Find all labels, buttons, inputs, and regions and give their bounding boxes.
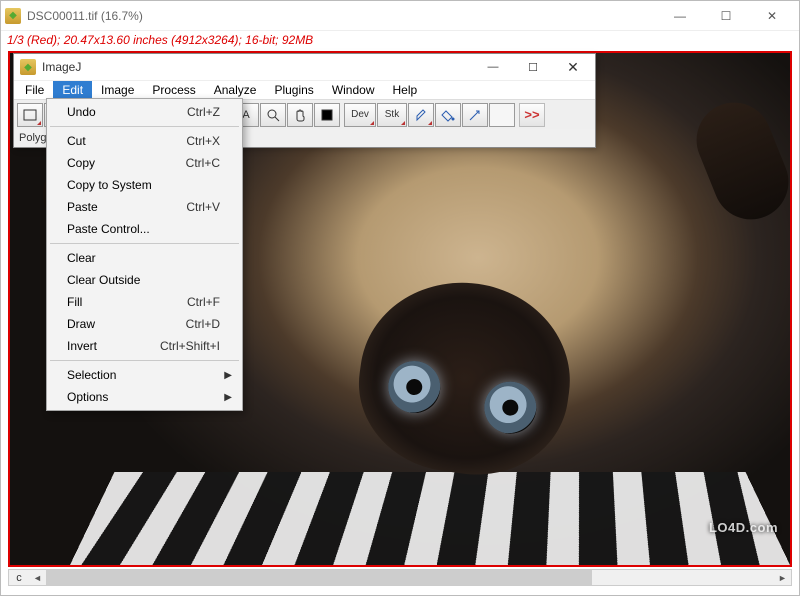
imagej-icon: ◆ <box>20 59 36 75</box>
menu-item-shortcut: Ctrl+Z <box>187 105 220 119</box>
menu-process[interactable]: Process <box>143 81 204 99</box>
menu-item-fill[interactable]: FillCtrl+F <box>49 291 240 313</box>
edit-menu-dropdown: UndoCtrl+ZCutCtrl+XCopyCtrl+CCopy to Sys… <box>46 98 243 411</box>
menu-item-paste-control[interactable]: Paste Control... <box>49 218 240 240</box>
scroll-track[interactable] <box>46 570 774 585</box>
menu-item-label: Clear Outside <box>67 273 220 287</box>
imagej-close-button[interactable]: ✕ <box>553 54 593 80</box>
menu-item-label: Paste <box>67 200 186 214</box>
menu-item-label: Copy <box>67 156 186 170</box>
menu-window[interactable]: Window <box>323 81 384 99</box>
menu-item-selection[interactable]: Selection ▶ <box>49 364 240 386</box>
menu-item-shortcut: Ctrl+V <box>186 200 220 214</box>
menu-item-label: Undo <box>67 105 187 119</box>
menu-item-clear-outside[interactable]: Clear Outside <box>49 269 240 291</box>
tool-color-picker[interactable] <box>314 103 340 127</box>
imagej-maximize-button[interactable]: ☐ <box>513 54 553 80</box>
tool-hand[interactable] <box>287 103 313 127</box>
menu-item-copy[interactable]: CopyCtrl+C <box>49 152 240 174</box>
scroll-right-button[interactable]: ► <box>774 570 791 585</box>
channel-scrollbar[interactable]: c ◄ ► <box>8 569 792 586</box>
outer-maximize-button[interactable]: ☐ <box>703 1 749 31</box>
tool-arrow[interactable] <box>462 103 488 127</box>
more-icon: >> <box>524 107 539 122</box>
menu-item-label: Paste Control... <box>67 222 220 236</box>
menu-item-undo[interactable]: UndoCtrl+Z <box>49 101 240 123</box>
menu-item-label: Selection <box>67 368 220 382</box>
imagej-titlebar[interactable]: ◆ ImageJ — ☐ ✕ <box>14 54 595 80</box>
watermark-text: LO4D.com <box>709 520 778 535</box>
tool-flood-fill[interactable] <box>435 103 461 127</box>
outer-window-title: DSC00011.tif (16.7%) <box>27 9 143 23</box>
scroll-left-button[interactable]: ◄ <box>29 570 46 585</box>
menu-item-cut[interactable]: CutCtrl+X <box>49 130 240 152</box>
dev-label: Dev <box>351 109 369 120</box>
menu-separator <box>50 360 239 361</box>
menu-item-options[interactable]: Options ▶ <box>49 386 240 408</box>
imagej-minimize-button[interactable]: — <box>473 54 513 80</box>
menu-item-label: Draw <box>67 317 186 331</box>
image-info-status: 1/3 (Red); 20.47x13.60 inches (4912x3264… <box>1 31 799 49</box>
menu-plugins[interactable]: Plugins <box>265 81 322 99</box>
tool-rectangle[interactable] <box>17 103 43 127</box>
menu-item-shortcut: Ctrl+D <box>186 317 220 331</box>
menu-item-draw[interactable]: DrawCtrl+D <box>49 313 240 335</box>
imagej-app-icon: ◆ <box>5 8 21 24</box>
menu-item-copy-to-system[interactable]: Copy to System <box>49 174 240 196</box>
tool-dev-menu[interactable]: Dev <box>344 103 376 127</box>
menu-item-shortcut: Ctrl+C <box>186 156 220 170</box>
menu-item-shortcut: Ctrl+Shift+I <box>160 339 220 353</box>
menu-item-shortcut: Ctrl+X <box>186 134 220 148</box>
menu-item-clear[interactable]: Clear <box>49 247 240 269</box>
submenu-arrow-icon: ▶ <box>224 370 232 381</box>
menu-item-paste[interactable]: PasteCtrl+V <box>49 196 240 218</box>
menu-item-label: Cut <box>67 134 186 148</box>
imagej-menubar: File Edit Image Process Analyze Plugins … <box>14 80 595 99</box>
channel-scroll-label: c <box>9 572 29 584</box>
menu-separator <box>50 126 239 127</box>
menu-item-label: Clear <box>67 251 220 265</box>
tool-more-tools[interactable]: >> <box>519 103 545 127</box>
menu-item-label: Fill <box>67 295 187 309</box>
menu-item-label: Copy to System <box>67 178 220 192</box>
tool-zoom[interactable] <box>260 103 286 127</box>
menu-item-label: Options <box>67 390 220 404</box>
tool-stacks-menu[interactable]: Stk <box>377 103 407 127</box>
menu-file[interactable]: File <box>16 81 53 99</box>
menu-edit[interactable]: Edit <box>53 81 92 99</box>
menu-item-invert[interactable]: InvertCtrl+Shift+I <box>49 335 240 357</box>
scroll-thumb[interactable] <box>46 570 592 585</box>
menu-item-shortcut: Ctrl+F <box>187 295 220 309</box>
tool-brush[interactable] <box>408 103 434 127</box>
tool-empty-slot[interactable] <box>489 103 515 127</box>
menu-help[interactable]: Help <box>384 81 427 99</box>
text-icon: A <box>242 109 249 121</box>
menu-separator <box>50 243 239 244</box>
menu-analyze[interactable]: Analyze <box>205 81 266 99</box>
imagej-window-title: ImageJ <box>42 60 81 74</box>
menu-image[interactable]: Image <box>92 81 143 99</box>
menu-item-label: Invert <box>67 339 160 353</box>
stk-label: Stk <box>385 109 399 120</box>
outer-close-button[interactable]: ✕ <box>749 1 795 31</box>
outer-titlebar[interactable]: ◆ DSC00011.tif (16.7%) — ☐ ✕ <box>1 1 799 31</box>
outer-minimize-button[interactable]: — <box>657 1 703 31</box>
submenu-arrow-icon: ▶ <box>224 392 232 403</box>
